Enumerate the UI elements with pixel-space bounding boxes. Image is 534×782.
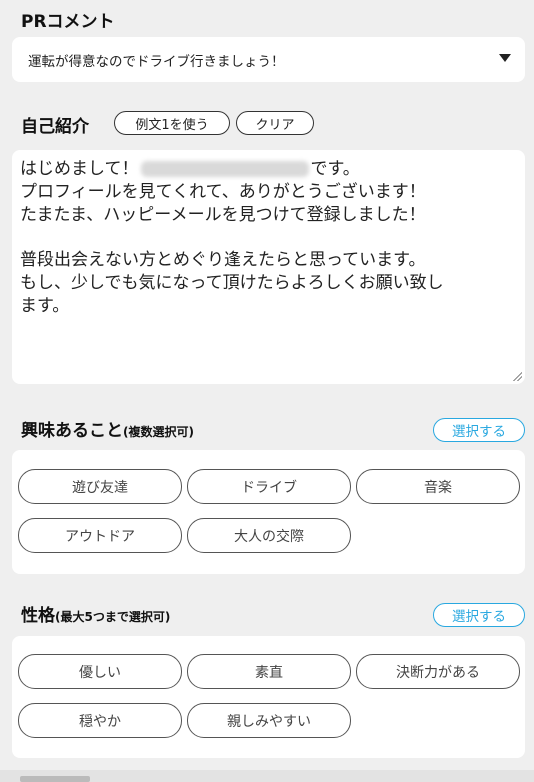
interests-subtitle: (複数選択可) [123,425,194,439]
intro-line-3: たまたま、ハッピーメールを見つけて登録しました！ [20,205,426,225]
next-section-peek [0,770,534,782]
interests-title-text: 興味あること [21,421,123,441]
next-section-title-cut [20,776,90,782]
self-intro-textarea[interactable]: はじめまして！ です。 プロフィールを見てくれて、ありがとうございます！ たまたま… [12,150,525,384]
interests-title: 興味あること(複数選択可) [21,416,194,441]
resize-handle-icon[interactable] [513,372,522,381]
interest-chip[interactable]: ドライブ [187,469,351,504]
personality-chip-area: 優しい 素直 決断力がある 穏やか 親しみやすい [12,636,525,758]
pr-comment-value: 運転が得意なのでドライブ行きましょう！ [28,54,285,70]
clear-button[interactable]: クリア [236,111,314,135]
self-intro-title: 自己紹介 [21,117,89,137]
pr-comment-title: PRコメント [21,12,115,32]
interests-chip-area: 遊び友達 ドライブ 音楽 アウトドア 大人の交際 [12,450,525,574]
pr-comment-select[interactable]: 運転が得意なのでドライブ行きましょう！ [12,37,525,82]
use-example-button[interactable]: 例文1を使う [114,111,230,135]
redacted-name [140,161,309,177]
personality-select-button[interactable]: 選択する [433,603,525,627]
interest-chip[interactable]: 遊び友達 [18,469,182,504]
personality-title: 性格(最大5つまで選択可) [21,601,170,626]
intro-line-5: もし、少しでも気になって頂けたらよろしくお願い致し [20,273,444,293]
personality-chip[interactable]: 穏やか [18,703,182,738]
interests-select-button[interactable]: 選択する [433,418,525,442]
intro-desu: です。 [310,159,360,179]
chevron-down-icon [499,54,511,62]
interest-chip[interactable]: アウトドア [18,518,182,553]
personality-title-text: 性格 [21,606,55,626]
personality-chip[interactable]: 素直 [187,654,351,689]
personality-chip[interactable]: 親しみやすい [187,703,351,738]
personality-chip[interactable]: 決断力がある [356,654,520,689]
intro-greeting: はじめまして！ [20,159,139,179]
interest-chip[interactable]: 音楽 [356,469,520,504]
interest-chip[interactable]: 大人の交際 [187,518,351,553]
intro-line-1: はじめまして！ です。 [20,154,360,179]
personality-subtitle: (最大5つまで選択可) [55,610,171,624]
intro-line-4: 普段出会えない方とめぐり逢えたらと思っています。 [20,250,426,270]
intro-line-2: プロフィールを見てくれて、ありがとうございます！ [20,182,426,202]
intro-line-6: ます。 [20,296,70,316]
personality-chip[interactable]: 優しい [18,654,182,689]
